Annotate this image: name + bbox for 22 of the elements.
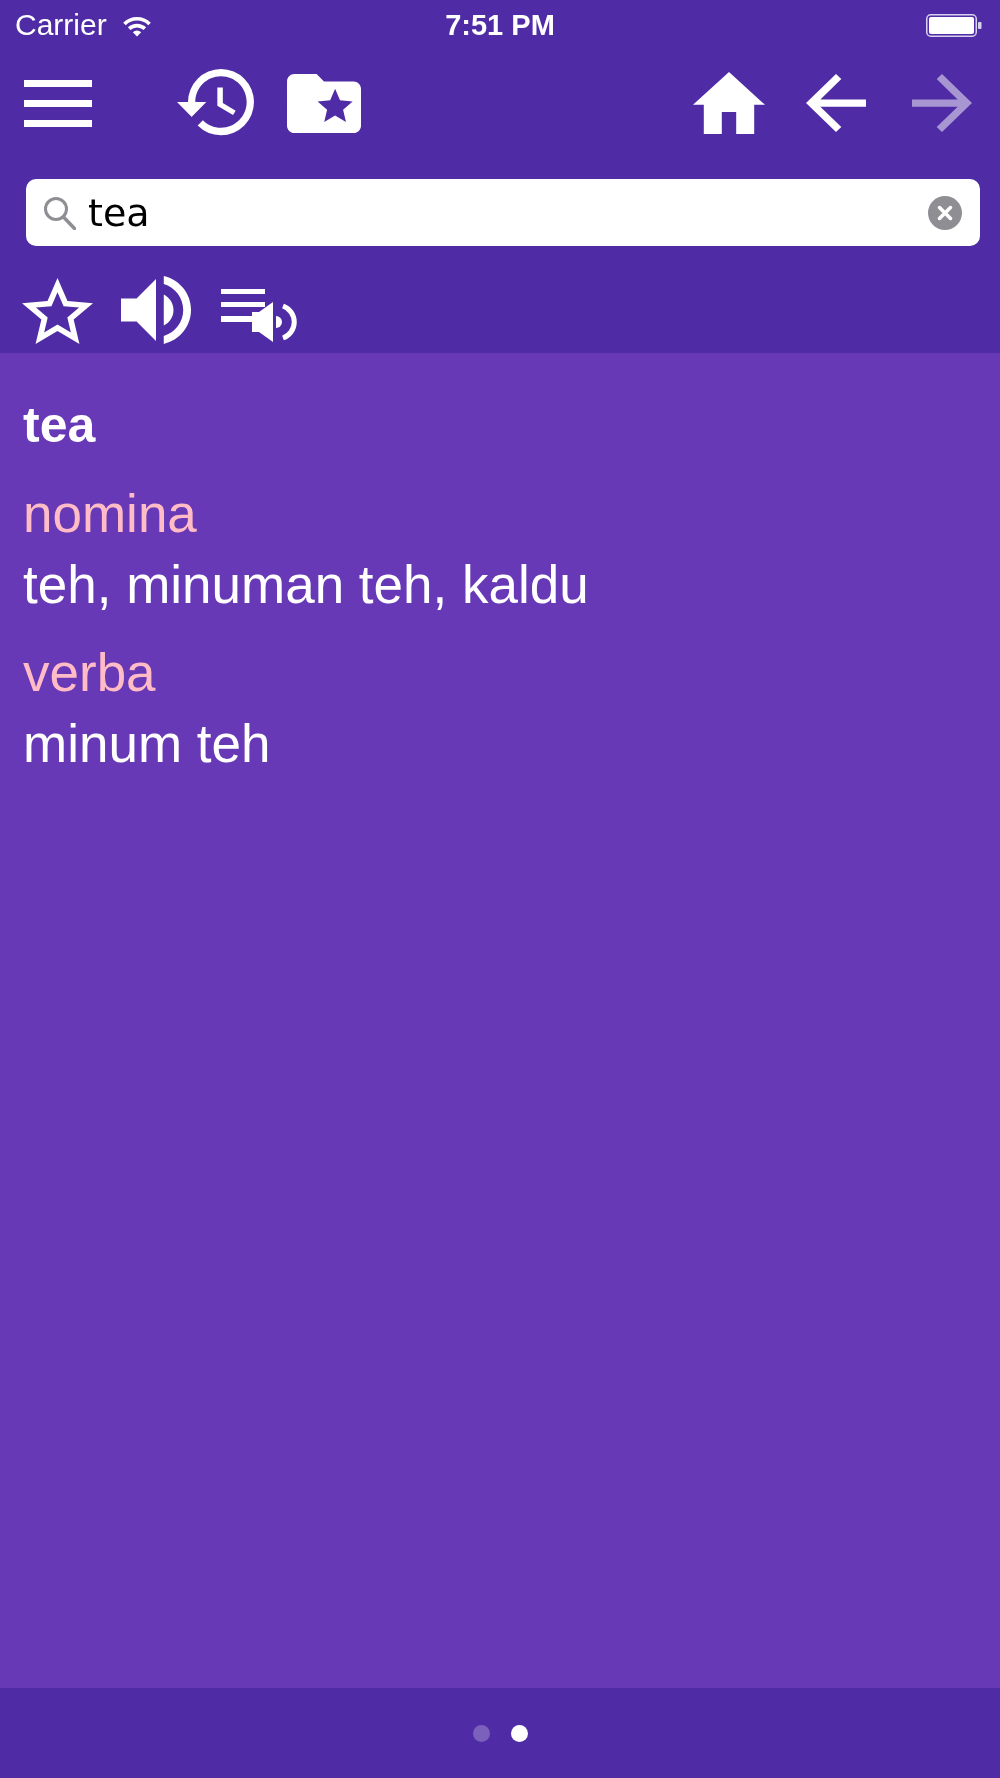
home-icon[interactable]: [693, 72, 765, 134]
search-input[interactable]: tea: [88, 189, 916, 236]
search-field[interactable]: tea: [26, 179, 980, 246]
folder-star-icon[interactable]: [287, 73, 361, 133]
history-icon[interactable]: [177, 69, 254, 137]
carrier-name: Carrier: [15, 8, 107, 42]
clear-icon[interactable]: [928, 195, 962, 230]
battery-icon: [926, 13, 982, 37]
menu-icon[interactable]: [24, 79, 92, 127]
translation-text: teh, minuman teh, kaldu: [23, 554, 589, 616]
back-arrow-icon[interactable]: [806, 74, 866, 132]
page-dot[interactable]: [510, 1724, 528, 1742]
search-icon: [43, 195, 76, 230]
part-of-speech-label: verba: [23, 642, 156, 704]
headword: tea: [23, 396, 96, 455]
list-speaker-icon[interactable]: [221, 287, 298, 344]
page-dot[interactable]: [472, 1724, 490, 1742]
translation-text: minum teh: [23, 713, 271, 775]
part-of-speech-label: nomina: [23, 483, 197, 545]
speaker-icon[interactable]: [121, 276, 191, 344]
status-time: 7:51 PM: [445, 8, 555, 42]
star-icon[interactable]: [22, 278, 93, 344]
